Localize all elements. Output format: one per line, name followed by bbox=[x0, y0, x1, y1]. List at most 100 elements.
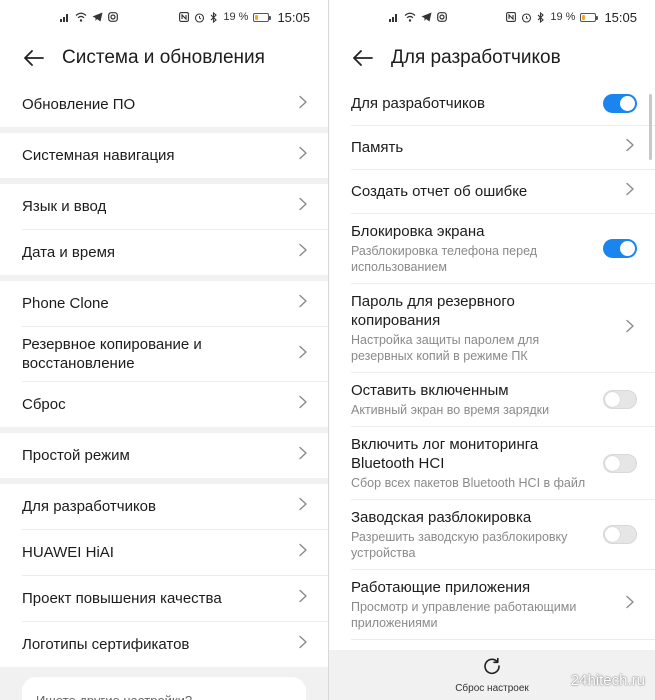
toggle-knob bbox=[605, 455, 620, 471]
toggle-switch[interactable] bbox=[603, 94, 637, 113]
chevron-right-icon bbox=[296, 294, 310, 313]
toggle-switch[interactable] bbox=[603, 525, 637, 544]
settings-item-label: HUAWEI HiAI bbox=[22, 544, 114, 561]
dev-option-texts: Создать отчет об ошибке bbox=[351, 170, 527, 213]
dev-option-item[interactable]: Заводская разблокировка Разрешить заводск… bbox=[351, 500, 655, 570]
reset-icon[interactable] bbox=[482, 656, 502, 681]
page-title: Для разработчиков bbox=[391, 47, 561, 68]
settings-item-label: Обновление ПО bbox=[22, 96, 136, 113]
scrollbar[interactable] bbox=[649, 94, 652, 160]
settings-item-label: Язык и ввод bbox=[22, 198, 107, 215]
settings-item-texts: Сброс bbox=[22, 382, 66, 427]
toggle-switch[interactable] bbox=[603, 239, 637, 258]
app-bar: Для разработчиков bbox=[329, 34, 655, 82]
settings-item[interactable]: HUAWEI HiAI bbox=[22, 530, 328, 576]
dev-option-item[interactable]: Блокировка экрана Разблокировка телефона … bbox=[351, 214, 655, 284]
settings-item-texts: Phone Clone bbox=[22, 281, 109, 326]
settings-item-texts: Резервное копирование и восстановление bbox=[22, 327, 262, 381]
clock: 15:05 bbox=[277, 9, 310, 25]
dev-option-texts: Оставить включенным Активный экран во вре… bbox=[351, 373, 549, 426]
chevron-right-icon bbox=[296, 345, 310, 364]
chevron-right-icon bbox=[296, 543, 310, 562]
settings-group: Системная навигация bbox=[0, 133, 328, 178]
settings-item-texts: HUAWEI HiAI bbox=[22, 530, 114, 575]
developer-options-screen: 19 % 15:05 Для разработчиков Для разрабо… bbox=[329, 0, 655, 700]
settings-item[interactable]: Системная навигация bbox=[22, 133, 328, 178]
alarm-icon bbox=[521, 11, 532, 23]
dev-option-description: Просмотр и управление работающими прилож… bbox=[351, 600, 577, 630]
developer-settings-list: Для разработчиков Память Создать отчет об … bbox=[329, 82, 655, 683]
dev-option-label: Работающие приложения bbox=[351, 579, 531, 596]
toggle-knob bbox=[605, 527, 620, 542]
dev-option-item[interactable]: Для разработчиков bbox=[351, 82, 655, 126]
settings-item-texts: Логотипы сертификатов bbox=[22, 622, 189, 667]
chevron-right-icon bbox=[623, 138, 637, 157]
dev-option-label: Оставить включенным bbox=[351, 382, 509, 399]
developer-group: Для разработчиков Память Создать отчет об … bbox=[329, 82, 655, 683]
status-bar: 19 % 15:05 bbox=[0, 0, 328, 34]
settings-item[interactable]: Дата и время bbox=[22, 230, 328, 275]
settings-item-texts: Проект повышения качества bbox=[22, 576, 222, 621]
chevron-right-icon bbox=[296, 197, 310, 216]
toggle-switch[interactable] bbox=[603, 453, 637, 473]
battery-icon bbox=[253, 12, 272, 22]
bluetooth-icon bbox=[537, 11, 545, 23]
dev-option-texts: Включить лог мониторинга Bluetooth HCI Сб… bbox=[351, 427, 591, 499]
settings-item-texts: Для разработчиков bbox=[22, 484, 156, 529]
dev-option-item[interactable]: Оставить включенным Активный экран во вре… bbox=[351, 373, 655, 427]
dev-option-item[interactable]: Работающие приложения Просмотр и управлен… bbox=[351, 570, 655, 640]
chevron-right-icon bbox=[623, 182, 637, 201]
dev-option-label: Заводская разблокировка bbox=[351, 509, 532, 526]
settings-item[interactable]: Сброс bbox=[22, 382, 328, 427]
settings-item-label: Дата и время bbox=[22, 244, 116, 261]
chevron-right-icon bbox=[296, 395, 310, 414]
settings-group: Для разработчиков HUAWEI HiAI Проект повыш… bbox=[0, 484, 328, 667]
back-arrow-icon[interactable] bbox=[22, 46, 46, 70]
dev-option-item[interactable]: Включить лог мониторинга Bluetooth HCI Сб… bbox=[351, 427, 655, 500]
status-left-icons bbox=[389, 11, 447, 23]
wifi-icon bbox=[75, 11, 87, 23]
settings-item[interactable]: Phone Clone bbox=[22, 281, 328, 327]
settings-item-label: Проект повышения качества bbox=[22, 590, 222, 607]
settings-item-label: Простой режим bbox=[22, 447, 130, 464]
dev-option-item[interactable]: Память bbox=[351, 126, 655, 170]
settings-item[interactable]: Для разработчиков bbox=[22, 484, 328, 530]
dev-option-item[interactable]: Пароль для резервного копирования Настрой… bbox=[351, 284, 655, 373]
settings-item[interactable]: Простой режим bbox=[22, 433, 328, 478]
back-arrow-icon[interactable] bbox=[351, 46, 375, 70]
chevron-right-icon bbox=[296, 146, 310, 165]
settings-group: Язык и ввод Дата и время bbox=[0, 184, 328, 275]
dev-option-label: Для разработчиков bbox=[351, 95, 485, 112]
chevron-right-icon bbox=[296, 243, 310, 262]
chevron-right-icon bbox=[296, 95, 310, 114]
settings-item-label: Phone Clone bbox=[22, 295, 109, 312]
status-bar: 19 % 15:05 bbox=[329, 0, 655, 34]
search-more-settings-card[interactable]: Ищете другие настройки? bbox=[22, 677, 306, 700]
settings-item[interactable]: Язык и ввод bbox=[22, 184, 328, 230]
dev-option-texts: Блокировка экрана Разблокировка телефона … bbox=[351, 214, 591, 283]
settings-item[interactable]: Проект повышения качества bbox=[22, 576, 328, 622]
reset-label[interactable]: Сброс настроек bbox=[455, 683, 529, 694]
dev-option-label: Создать отчет об ошибке bbox=[351, 183, 528, 200]
settings-item[interactable]: Логотипы сертификатов bbox=[22, 622, 328, 667]
dev-option-item[interactable]: Создать отчет об ошибке bbox=[351, 170, 655, 214]
app-bar: Система и обновления bbox=[0, 34, 328, 82]
settings-item[interactable]: Резервное копирование и восстановление bbox=[22, 327, 328, 382]
toggle-knob bbox=[620, 241, 635, 256]
settings-item-texts: Обновление ПО bbox=[22, 82, 135, 127]
dev-option-texts: Заводская разблокировка Разрешить заводск… bbox=[351, 500, 591, 569]
dev-option-label: Блокировка экрана bbox=[351, 223, 485, 240]
settings-item[interactable]: Обновление ПО bbox=[22, 82, 328, 127]
toggle-switch[interactable] bbox=[603, 390, 637, 409]
chevron-right-icon bbox=[296, 497, 310, 516]
chevron-right-icon bbox=[296, 446, 310, 465]
signal-icon bbox=[389, 11, 399, 23]
wifi-icon bbox=[404, 11, 416, 23]
settings-item-texts: Системная навигация bbox=[22, 133, 175, 178]
system-updates-screen: 19 % 15:05 Система и обновления Обновлен… bbox=[0, 0, 328, 700]
nfc-icon bbox=[506, 11, 517, 23]
dev-option-label: Пароль для резервного копирования bbox=[351, 293, 515, 329]
telegram-icon bbox=[421, 11, 432, 23]
settings-item-label: Системная навигация bbox=[22, 147, 175, 164]
dev-option-texts: Работающие приложения Просмотр и управлен… bbox=[351, 570, 591, 639]
